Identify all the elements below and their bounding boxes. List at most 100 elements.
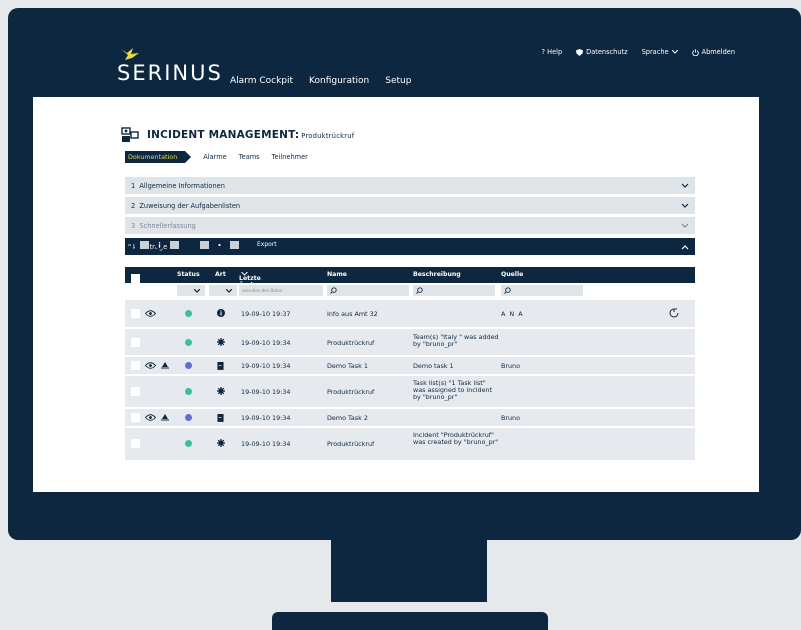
description-search-input[interactable] [413,285,495,296]
page-title: INCIDENT MANAGEMENT: Produktrückruf [147,129,355,141]
row-name: Info aus Amt 32 [327,310,378,318]
help-link[interactable]: ? Help [542,48,563,56]
table-row[interactable]: 19-09-10 19:37 Info aus Amt 32 A N A [125,300,695,327]
table-row[interactable]: 19-09-10 19:34 Produktrückruf Task list(… [125,376,695,407]
incident-name: Produktrückruf [301,132,355,140]
accordion-allgemeine-informationen[interactable]: 1 Allgemeine Informationen [125,177,695,194]
privacy-link[interactable]: Datenschutz [576,48,628,56]
info-icon [155,240,164,249]
chevron-down-icon [194,288,200,293]
eye-icon[interactable] [145,310,156,317]
col-beschreibung[interactable]: Beschreibung [413,271,461,278]
table-row[interactable]: 19-09-10 19:34 Produktrückruf Incident "… [125,428,695,460]
table-row[interactable]: 19-09-10 19:34 Demo Task 1 Demo task 1 B… [125,357,695,374]
row-checkbox[interactable] [131,338,140,347]
language-label: Sprache [641,48,669,56]
row-source: A N A [501,310,524,318]
accordion-schnellerfassung[interactable]: 3 Schnellerfassung [125,217,695,234]
nav-setup[interactable]: Setup [385,76,411,86]
search-icon [504,287,511,294]
gear-icon [217,387,225,395]
row-description: Task list(s) "1 Task list" was assigned … [413,379,493,401]
row-source: Bruno [501,362,521,370]
status-filter-select[interactable] [177,285,205,296]
row-description: Team(s) "Italy " was added by "bruno_pr" [413,333,499,348]
system-filter-toggle[interactable] [215,240,224,250]
alarm-icon[interactable] [161,413,169,421]
row-checkbox[interactable] [131,361,140,370]
table-row[interactable]: 19-09-10 19:34 Demo Task 2 Bruno [125,409,695,426]
source-search-input[interactable] [501,285,583,296]
row-date: 19-09-10 19:34 [241,362,291,370]
top-bar: SERINUS Alarm Cockpit Konfiguration Setu… [33,30,759,97]
row-checkbox[interactable] [131,413,140,422]
app-screen: SERINUS Alarm Cockpit Konfiguration Setu… [33,30,759,492]
accordion-zuweisung-aufgabenlisten[interactable]: 2 Zuweisung der Aufgabenlisten [125,197,695,214]
power-icon [691,48,699,56]
row-description: Demo task 1 [413,362,454,370]
tab-teams[interactable]: Teams [239,153,260,161]
status-open-icon [185,414,192,421]
row-name: Produktrückruf [327,388,375,396]
logout-link[interactable]: Abmelden [691,48,735,56]
system-filter-checkbox[interactable] [230,240,239,249]
gavel-icon [185,239,194,249]
gear-icon [217,338,225,346]
nav-konfiguration[interactable]: Konfiguration [309,76,369,86]
entries-toolbar: Export [125,239,285,250]
status-done-icon [185,339,192,346]
logout-label: Abmelden [701,48,735,56]
col-art[interactable]: Art [215,271,226,278]
tab-dokumentation[interactable]: Dokumentation [125,151,192,163]
eye-icon[interactable] [145,362,156,369]
table-row[interactable]: 19-09-10 19:34 Produktrückruf Team(s) "I… [125,329,695,355]
language-dropdown[interactable]: Sprache [642,48,678,56]
monitor-stand [331,540,487,602]
task-filter-toggle[interactable] [125,239,134,250]
brand-logo-text[interactable]: SERINUS [117,61,223,85]
export-button[interactable]: Export [249,239,285,250]
gear-icon [217,439,225,447]
name-search-input[interactable] [327,285,409,296]
row-checkbox[interactable] [131,309,140,318]
row-date: 19-09-10 19:37 [241,310,291,318]
gear-icon [215,240,224,249]
tab-teilnehmer[interactable]: Teilnehmer [272,153,308,161]
status-done-icon [185,388,192,395]
row-date: 19-09-10 19:34 [241,414,291,422]
decision-filter-checkbox[interactable] [200,240,209,249]
info-filter-toggle[interactable] [155,240,164,250]
reply-icon[interactable] [669,308,680,319]
chevron-down-icon [671,50,678,54]
eye-icon[interactable] [145,414,156,421]
task-filter-checkbox[interactable] [140,240,149,249]
sub-tabs: Dokumentation Alarme Teams Teilnehmer [125,151,308,163]
col-letzte-aenderung[interactable]: Letzte Änderung [239,271,273,289]
row-source: Bruno [501,414,521,422]
row-date: 19-09-10 19:34 [241,440,291,448]
tab-alarme[interactable]: Alarme [203,153,226,161]
status-open-icon [185,362,192,369]
row-checkbox[interactable] [131,387,140,396]
row-date: 19-09-10 19:34 [241,388,291,396]
clipboard-icon [217,362,224,370]
row-checkbox[interactable] [131,439,140,448]
date-range-filter[interactable]: zwischen den Daten [239,285,323,296]
row-name: Produktrückruf [327,440,375,448]
filter-row: zwischen den Daten [125,284,695,297]
decision-filter-toggle[interactable] [185,239,194,250]
col-quelle[interactable]: Quelle [501,271,523,278]
col-status[interactable]: Status [177,271,200,278]
info-filter-checkbox[interactable] [170,240,179,249]
clipboard-icon [126,239,133,250]
row-name: Produktrückruf [327,339,375,347]
art-filter-select[interactable] [209,285,237,296]
row-date: 19-09-10 19:34 [241,339,291,347]
shield-icon [576,48,584,56]
col-name[interactable]: Name [327,271,347,278]
nav-alarm-cockpit[interactable]: Alarm Cockpit [230,76,293,86]
alarm-icon[interactable] [161,361,169,369]
search-icon [416,287,423,294]
main-nav: Alarm Cockpit Konfiguration Setup [230,76,411,86]
clipboard-icon [217,414,224,422]
